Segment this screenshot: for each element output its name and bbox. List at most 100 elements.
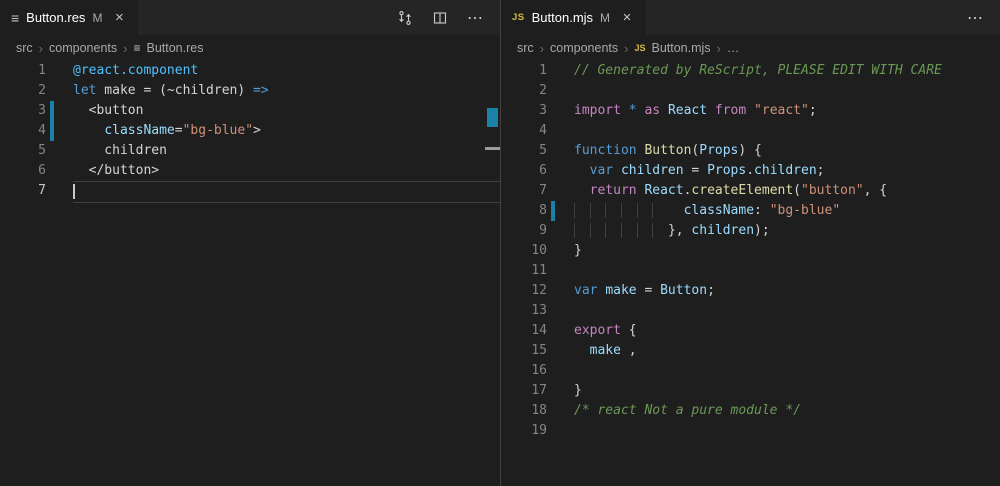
code-line[interactable]: 18 /* react Not a pure module */ [501, 401, 1000, 421]
breadcrumb-item[interactable]: src [517, 41, 534, 55]
modified-line-indicator [50, 121, 54, 141]
breadcrumb-right: src › components › JS Button.mjs › … [501, 35, 1000, 61]
code-text: className: "bg-blue" [574, 201, 840, 221]
breadcrumb-left: src›components›≡Button.res [0, 35, 500, 61]
code-line[interactable]: 12 var make = Button; [501, 281, 1000, 301]
code-text: function Button(Props) { [574, 141, 762, 161]
overview-ruler[interactable] [485, 61, 500, 486]
indent-guide [652, 203, 668, 218]
indent-guide [621, 223, 637, 238]
code-line[interactable]: 3 <button [0, 101, 500, 121]
line-number: 14 [501, 321, 547, 341]
chevron-right-icon: › [540, 41, 544, 56]
res-file-icon: ≡ [11, 11, 19, 25]
indent-guide [590, 223, 606, 238]
code-text: /* react Not a pure module */ [574, 401, 801, 421]
tabbar-right: JS Button.mjs M × ⋯ [501, 0, 1000, 35]
code-line[interactable]: 16 [501, 361, 1000, 381]
line-number: 3 [0, 101, 46, 121]
modified-line-indicator [50, 101, 54, 121]
code-line[interactable]: 7 return React.createElement("button", { [501, 181, 1000, 201]
line-number: 7 [0, 181, 46, 201]
code-line[interactable]: 1// Generated by ReScript, PLEASE EDIT W… [501, 61, 1000, 81]
line-number: 15 [501, 341, 547, 361]
line-number: 6 [501, 161, 547, 181]
more-actions-icon[interactable]: ⋯ [463, 6, 487, 30]
code-line[interactable]: 6 </button> [0, 161, 500, 181]
code-line[interactable]: 14 export { [501, 321, 1000, 341]
tab-label: Button.res [26, 10, 85, 25]
code-line[interactable]: 10} [501, 241, 1000, 261]
tab-button-mjs[interactable]: JS Button.mjs M × [501, 0, 647, 35]
line-number: 12 [501, 281, 547, 301]
editor-group-right: JS Button.mjs M × ⋯ src › components › JS But… [500, 0, 1000, 486]
git-modified-badge: M [600, 11, 610, 25]
breadcrumb-item[interactable]: components [550, 41, 618, 55]
line-number: 1 [0, 61, 46, 81]
indent-guide [605, 203, 621, 218]
code-line[interactable]: 17} [501, 381, 1000, 401]
code-line[interactable]: 15 make , [501, 341, 1000, 361]
code-line[interactable]: 1 @react.component [0, 61, 500, 81]
code-line[interactable]: 8 className: "bg-blue" [501, 201, 1000, 221]
breadcrumb-item[interactable]: Button.mjs [651, 41, 710, 55]
code-text: </button> [73, 161, 159, 181]
indent-guide [637, 223, 653, 238]
chevron-right-icon: › [123, 41, 127, 56]
code-text: var make = Button; [574, 281, 715, 301]
modified-line-indicator [551, 201, 555, 221]
line-number: 13 [501, 301, 547, 321]
code-line[interactable]: 19 [501, 421, 1000, 441]
code-line[interactable]: 7 [0, 181, 500, 201]
code-text: }, children); [574, 221, 770, 241]
line-number: 7 [501, 181, 547, 201]
js-file-icon: JS [512, 13, 525, 23]
code-line[interactable]: 5function Button(Props) { [501, 141, 1000, 161]
line-number: 8 [501, 201, 547, 221]
code-line[interactable]: 13 [501, 301, 1000, 321]
js-file-icon: JS [634, 43, 645, 53]
open-changes-icon[interactable] [393, 6, 417, 30]
code-line[interactable]: 2 [501, 81, 1000, 101]
code-text: @react.component [73, 61, 198, 81]
code-editor-left[interactable]: 1 @react.component 2 let make = (~children)… [0, 61, 500, 201]
code-line[interactable]: 4 className="bg-blue"> [0, 121, 500, 141]
code-line[interactable]: 4 [501, 121, 1000, 141]
editor-actions-right: ⋯ [963, 0, 1000, 35]
code-line[interactable]: 5 children [0, 141, 500, 161]
line-number: 11 [501, 261, 547, 281]
line-number: 19 [501, 421, 547, 441]
code-text: let make = (~children) => [73, 81, 269, 101]
tab-button-res[interactable]: ≡ Button.res M × [0, 0, 139, 35]
code-text: } [574, 381, 582, 401]
code-line[interactable]: 9 }, children); [501, 221, 1000, 241]
line-number: 6 [0, 161, 46, 181]
chevron-right-icon: › [717, 41, 721, 56]
line-number: 2 [0, 81, 46, 101]
code-text: export { [574, 321, 637, 341]
ruler-modified-marker [487, 108, 498, 127]
split-editor-icon[interactable] [428, 6, 452, 30]
code-line[interactable]: 3 import * as React from "react"; [501, 101, 1000, 121]
close-icon[interactable]: × [111, 9, 127, 26]
indent-guide [652, 223, 668, 238]
chevron-right-icon: › [624, 41, 628, 56]
breadcrumb-item[interactable]: src [16, 41, 33, 55]
line-number: 18 [501, 401, 547, 421]
more-actions-icon[interactable]: ⋯ [963, 6, 987, 30]
text-cursor [73, 184, 75, 199]
code-editor-right[interactable]: 1// Generated by ReScript, PLEASE EDIT W… [501, 61, 1000, 441]
code-line[interactable]: 6 var children = Props.children; [501, 161, 1000, 181]
code-text: <button [73, 101, 143, 121]
close-icon[interactable]: × [619, 9, 635, 26]
breadcrumb-item[interactable]: … [727, 41, 740, 55]
line-number: 17 [501, 381, 547, 401]
code-text: import * as React from "react"; [574, 101, 817, 121]
code-line[interactable]: 11 [501, 261, 1000, 281]
git-modified-badge: M [92, 11, 102, 25]
code-line[interactable]: 2 let make = (~children) => [0, 81, 500, 101]
line-number: 10 [501, 241, 547, 261]
line-number: 3 [501, 101, 547, 121]
breadcrumb-item[interactable]: components [49, 41, 117, 55]
breadcrumb-item[interactable]: Button.res [146, 41, 203, 55]
